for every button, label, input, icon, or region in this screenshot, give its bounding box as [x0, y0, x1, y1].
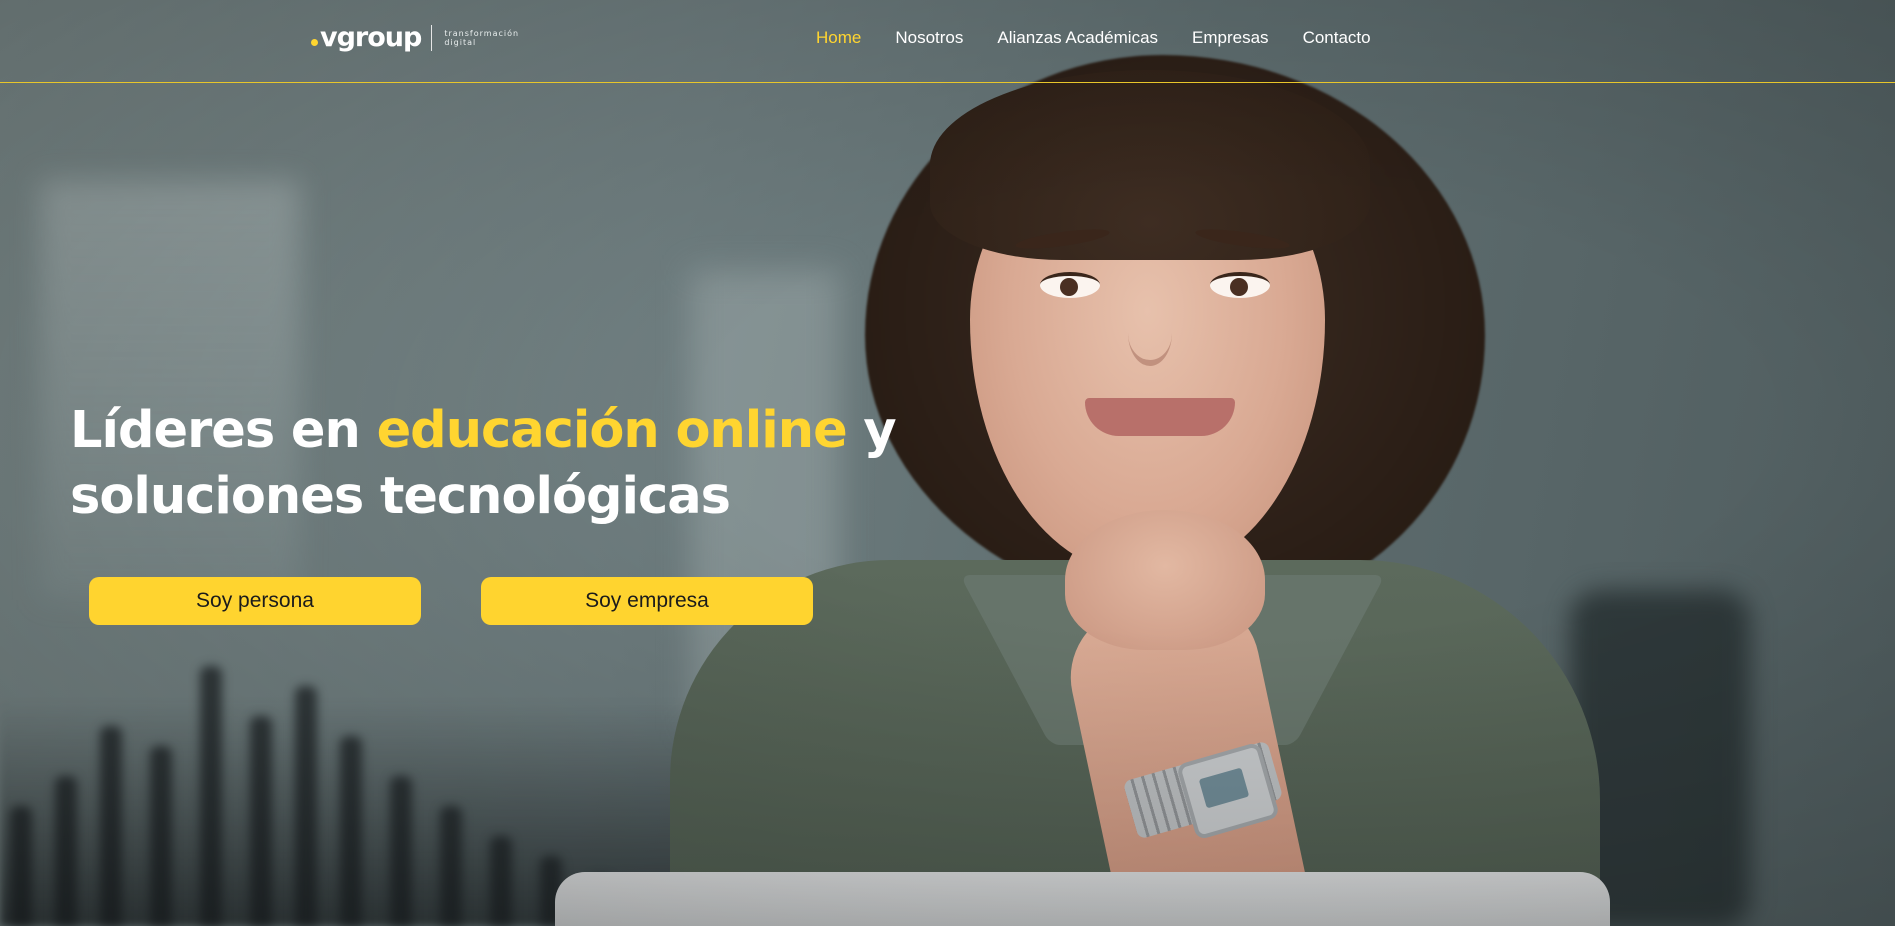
hero-title-line2: soluciones tecnológicas — [70, 467, 731, 526]
soy-persona-button[interactable]: Soy persona — [89, 577, 421, 625]
logo-divider — [431, 24, 433, 51]
nav-link-alianzas-academicas[interactable]: Alianzas Académicas — [997, 28, 1158, 48]
logo-dot-icon — [311, 39, 318, 46]
hero-title-part1: Líderes en — [70, 401, 377, 460]
hero-title: Líderes en educación online y soluciones … — [70, 398, 970, 530]
soy-empresa-button[interactable]: Soy empresa — [481, 577, 813, 625]
nav-link-empresas[interactable]: Empresas — [1192, 28, 1269, 48]
logo-tagline-line1: transformación — [444, 28, 520, 38]
main-nav: Home Nosotros Alianzas Académicas Empres… — [816, 28, 1405, 48]
nav-link-contacto[interactable]: Contacto — [1303, 28, 1371, 48]
logo-tagline-line2: digital — [444, 37, 477, 47]
hero-title-highlight: educación online — [376, 401, 848, 460]
site-header: vgroup transformación digital Home Nosot… — [0, 0, 1895, 83]
logo-tagline: transformación digital — [444, 29, 519, 47]
logo-wordmark: vgroup — [311, 22, 422, 53]
landing-page: vgroup transformación digital Home Nosot… — [0, 0, 1895, 926]
nav-link-home[interactable]: Home — [816, 28, 861, 48]
hero-title-part2: y — [846, 401, 896, 460]
logo-text: vgroup — [320, 22, 422, 53]
brand-logo[interactable]: vgroup transformación digital — [311, 22, 519, 53]
nav-link-nosotros[interactable]: Nosotros — [895, 28, 963, 48]
